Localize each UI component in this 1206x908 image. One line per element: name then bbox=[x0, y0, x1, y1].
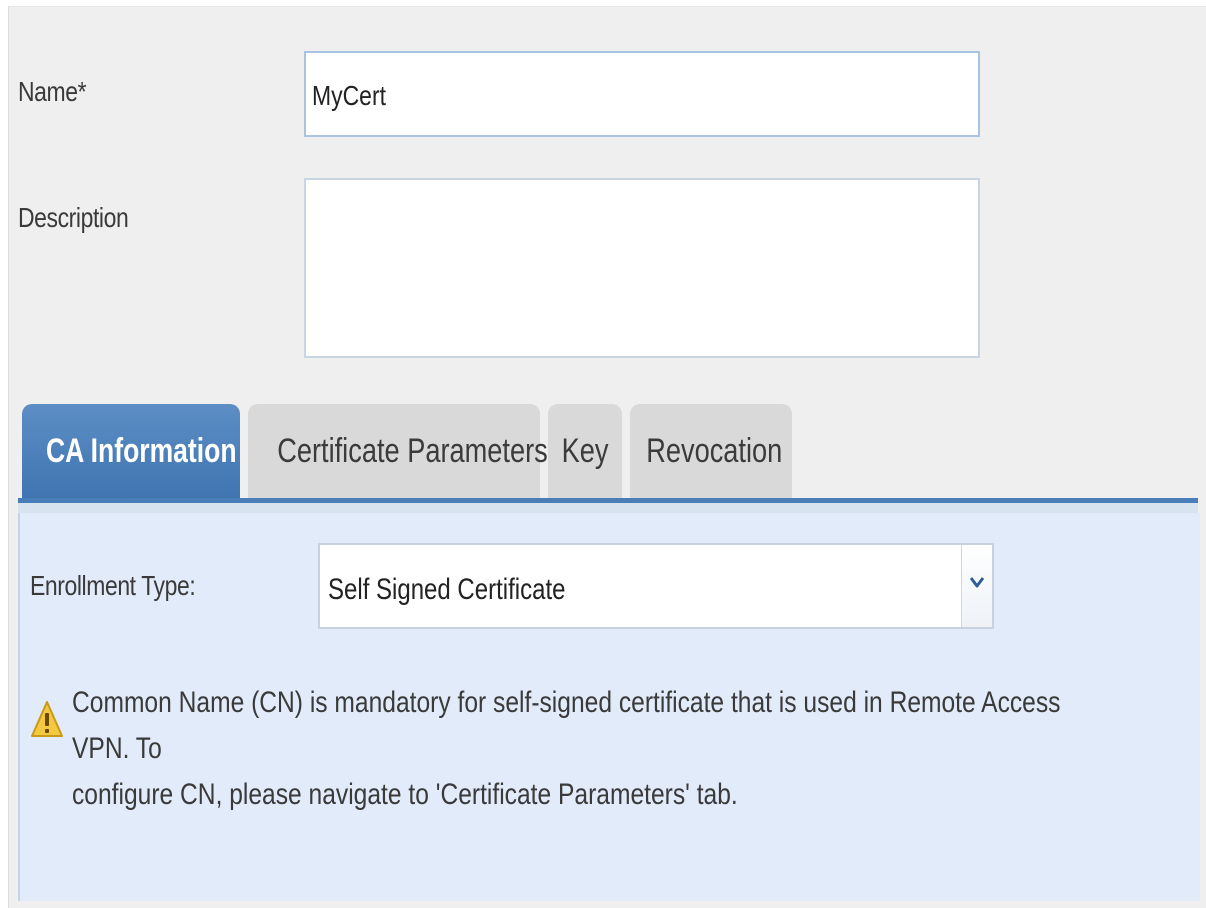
tab-certificate-parameters[interactable]: Certificate Parameters bbox=[248, 404, 548, 500]
warning-message: Common Name (CN) is mandatory for self-s… bbox=[72, 680, 1122, 818]
description-input[interactable] bbox=[304, 178, 980, 358]
dropdown-button[interactable] bbox=[961, 545, 992, 627]
warning-line-2: configure CN, please navigate to 'Certif… bbox=[72, 778, 738, 811]
warning-icon bbox=[30, 700, 64, 740]
tab-ca-information[interactable]: CA Information bbox=[22, 404, 240, 500]
tab-label: Key bbox=[561, 432, 609, 470]
tab-label: Revocation bbox=[646, 432, 783, 470]
enrollment-type-select[interactable]: Self Signed Certificate bbox=[318, 543, 994, 629]
enrollment-type-label: Enrollment Type: bbox=[30, 570, 196, 601]
tab-underline-shadow bbox=[18, 503, 1198, 513]
name-input[interactable] bbox=[304, 51, 980, 137]
tab-revocation[interactable]: Revocation bbox=[630, 404, 792, 500]
chevron-down-icon bbox=[970, 577, 984, 588]
enrollment-type-value: Self Signed Certificate bbox=[328, 573, 566, 606]
description-label: Description bbox=[18, 202, 129, 233]
warning-line-1: Common Name (CN) is mandatory for self-s… bbox=[72, 686, 1061, 765]
tab-label: CA Information bbox=[45, 432, 237, 470]
name-label: Name* bbox=[18, 76, 87, 107]
tab-label: Certificate Parameters bbox=[277, 432, 548, 470]
tab-key[interactable]: Key bbox=[548, 404, 622, 500]
